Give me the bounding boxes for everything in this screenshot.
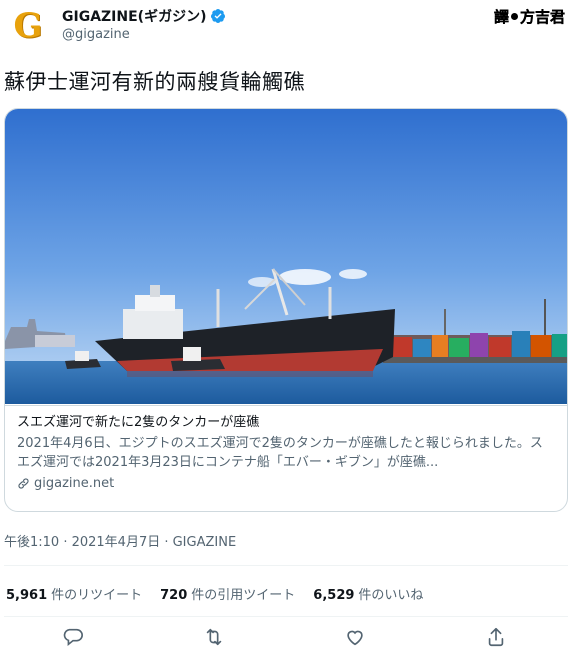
engagement-stats: 5,961 件のリツイート 720 件の引用ツイート 6,529 件のいいね <box>6 584 441 603</box>
card-domain-text: gigazine.net <box>34 476 115 491</box>
tweet-text: 蘇伊士運河有新的兩艘貨輪觸礁 <box>4 70 305 94</box>
verified-badge-icon <box>211 9 226 23</box>
card-body[interactable]: スエズ運河で新たに2隻のタンカーが座礁 2021年4月6日、エジプトのスエズ運河… <box>5 405 567 511</box>
display-name[interactable]: GIGAZINE(ギガジン) <box>62 6 206 26</box>
retweet-count-value: 5,961 <box>6 588 48 603</box>
quote-count-value: 720 <box>160 588 188 603</box>
action-bar <box>0 622 571 650</box>
retweet-icon[interactable] <box>203 626 225 648</box>
translator-name: 方吉君 <box>519 8 565 26</box>
like-count-label: 件のいいね <box>358 588 424 603</box>
like-count[interactable]: 6,529 件のいいね <box>313 584 423 603</box>
share-icon[interactable] <box>485 626 507 648</box>
avatar[interactable]: G <box>8 6 48 46</box>
handle[interactable]: @gigazine <box>62 27 130 42</box>
translator-label: 譯 <box>493 8 509 26</box>
quote-count-label: 件の引用ツイート <box>191 588 296 603</box>
link-card[interactable]: スエズ運河で新たに2隻のタンカーが座礁 2021年4月6日、エジプトのスエズ運河… <box>4 108 568 512</box>
quote-count[interactable]: 720 件の引用ツイート <box>160 584 295 603</box>
divider <box>4 565 568 566</box>
link-icon <box>18 478 29 489</box>
dot-icon <box>510 13 518 20</box>
timestamp[interactable]: 午後1:10 · 2021年4月7日 · GIGAZINE <box>4 531 236 550</box>
retweet-count-label: 件のリツイート <box>51 588 143 603</box>
retweet-count[interactable]: 5,961 件のリツイート <box>6 584 142 603</box>
name-row: GIGAZINE(ギガジン) <box>62 6 226 26</box>
reply-icon[interactable] <box>62 626 84 648</box>
like-icon[interactable] <box>344 626 366 648</box>
card-image[interactable] <box>5 109 567 404</box>
like-count-value: 6,529 <box>313 588 355 603</box>
tweet-header: G GIGAZINE(ギガジン) @gigazine 譯方吉君 <box>0 0 571 56</box>
translator-credit: 譯方吉君 <box>494 6 565 27</box>
card-description: 2021年4月6日、エジプトのスエズ運河で2隻のタンカーが座礁したと報じられまし… <box>17 436 543 470</box>
card-domain[interactable]: gigazine.net <box>17 476 555 491</box>
avatar-letter: G <box>13 6 43 46</box>
card-title[interactable]: スエズ運河で新たに2隻のタンカーが座礁 <box>17 414 555 432</box>
divider <box>4 616 568 617</box>
